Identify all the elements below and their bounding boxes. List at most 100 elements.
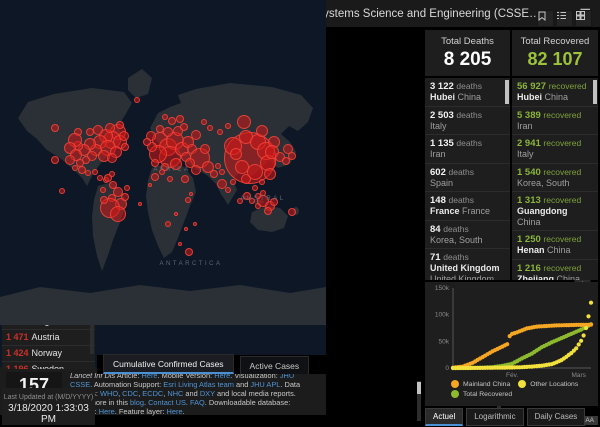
legend-item[interactable]: Total Recovered (451, 390, 512, 398)
recovered-row[interactable]: 1 216 recoveredZhejiang China (512, 260, 598, 281)
info-link[interactable]: Contact US (148, 398, 186, 407)
recovered-row[interactable]: 1 313 recoveredGuangdong China (512, 192, 598, 231)
case-bubble[interactable] (207, 125, 213, 131)
case-bubble[interactable] (51, 124, 59, 132)
case-bubble[interactable] (237, 115, 251, 129)
info-link[interactable]: Esri Living Atlas team (163, 380, 234, 389)
case-bubble[interactable] (174, 212, 178, 216)
case-bubble[interactable] (264, 168, 276, 180)
case-bubble[interactable] (116, 121, 124, 129)
world-map[interactable]: AFRICAAUSTRALANTARCTICA + − Esri, FAO, N… (0, 42, 326, 367)
recovered-row[interactable]: 5 389 recoveredIran (512, 107, 598, 136)
case-bubble[interactable] (185, 197, 191, 203)
case-bubble[interactable] (168, 117, 176, 125)
case-bubble[interactable] (110, 206, 126, 222)
country-row[interactable]: 1 196Sweden (2, 362, 95, 369)
case-bubble[interactable] (201, 119, 207, 125)
case-bubble[interactable] (167, 176, 173, 182)
case-bubble[interactable] (107, 153, 117, 163)
recovered-row[interactable]: 2 941 recoveredItaly (512, 135, 598, 164)
death-row[interactable]: 2 503 deathsItaly (425, 107, 510, 136)
death-row[interactable]: 84 deathsKorea, South (425, 221, 510, 250)
case-bubble[interactable] (219, 169, 225, 175)
case-bubble[interactable] (184, 227, 188, 231)
tab-actuel[interactable]: Actuel (425, 408, 463, 426)
deaths-list[interactable]: 3 122 deathsHubei China2 503 deathsItaly… (425, 78, 510, 280)
recovered-row[interactable]: 56 927 recoveredHubei China (512, 78, 598, 107)
case-bubble[interactable] (92, 169, 98, 175)
case-bubble[interactable] (93, 125, 103, 135)
case-bubble[interactable] (210, 170, 218, 178)
case-bubble[interactable] (225, 123, 231, 129)
case-bubble[interactable] (124, 185, 130, 191)
case-bubble[interactable] (189, 192, 193, 196)
info-link[interactable]: NHC (167, 389, 183, 398)
info-link[interactable]: DXY (200, 389, 215, 398)
case-bubble[interactable] (138, 202, 142, 206)
case-bubble[interactable] (264, 207, 272, 215)
death-row[interactable]: 71 deathsUnited Kingdom United Kingdom (425, 249, 510, 280)
recovered-list[interactable]: 56 927 recoveredHubei China5 389 recover… (512, 78, 598, 280)
case-bubble[interactable] (51, 156, 59, 164)
recovered-scroll-thumb[interactable] (593, 80, 597, 104)
case-bubble[interactable] (181, 175, 189, 183)
case-bubble[interactable] (156, 125, 164, 133)
case-bubble[interactable] (230, 148, 242, 160)
death-row[interactable]: 148 deathsFrance France (425, 192, 510, 221)
death-row[interactable]: 602 deathsSpain (425, 164, 510, 193)
case-bubble[interactable] (191, 130, 201, 140)
case-bubble[interactable] (200, 144, 210, 154)
deaths-scroll-thumb[interactable] (505, 80, 509, 104)
case-bubble[interactable] (105, 123, 115, 133)
death-row[interactable]: 1 135 deathsIran (425, 135, 510, 164)
case-bubble[interactable] (176, 115, 184, 123)
country-row[interactable]: 1 424Norway (2, 346, 95, 362)
case-bubble[interactable] (252, 185, 258, 191)
case-bubble[interactable] (193, 222, 197, 226)
info-link[interactable]: ECDC (142, 389, 163, 398)
recovered-row[interactable]: 1 250 recoveredHenan China (512, 231, 598, 260)
case-bubble[interactable] (121, 143, 129, 151)
legend-item[interactable]: Other Locations (518, 380, 578, 388)
case-bubble[interactable] (178, 242, 182, 246)
case-bubble[interactable] (86, 128, 94, 136)
country-row[interactable]: 1 471Austria (2, 330, 95, 346)
case-bubble[interactable] (225, 187, 231, 193)
legend-item[interactable]: Mainland China (451, 380, 510, 388)
case-bubble[interactable] (256, 125, 268, 137)
case-bubble[interactable] (143, 138, 151, 146)
case-bubble[interactable] (259, 179, 265, 185)
case-bubble[interactable] (121, 193, 129, 201)
case-bubble[interactable] (85, 170, 91, 176)
case-bubble[interactable] (119, 131, 129, 141)
case-bubble[interactable] (215, 163, 221, 169)
info-link[interactable]: blog (130, 398, 144, 407)
tab-daily-cases[interactable]: Daily Cases (527, 408, 586, 426)
recovered-row[interactable]: 1 540 recoveredKorea, South (512, 164, 598, 193)
case-bubble[interactable] (162, 114, 168, 120)
info-link[interactable]: Here (99, 407, 115, 416)
case-bubble[interactable] (151, 159, 159, 167)
case-bubble[interactable] (241, 174, 251, 184)
tab-active-cases[interactable]: Active Cases (240, 356, 310, 374)
case-bubble[interactable] (100, 187, 106, 193)
case-bubble[interactable] (148, 183, 152, 187)
info-link[interactable]: FAQ (190, 398, 205, 407)
info-scroll-thumb[interactable] (417, 382, 421, 394)
case-bubble[interactable] (100, 196, 108, 204)
case-bubble[interactable] (185, 248, 193, 256)
case-bubble[interactable] (180, 123, 188, 131)
death-row[interactable]: 3 122 deathsHubei China (425, 78, 510, 107)
case-bubble[interactable] (163, 127, 173, 137)
tab-cumulative-confirmed-cases[interactable]: Cumulative Confirmed Cases (103, 354, 234, 374)
info-link[interactable]: Here (167, 407, 183, 416)
case-bubble[interactable] (165, 221, 171, 227)
info-link[interactable]: CDC (122, 389, 138, 398)
info-link[interactable]: JHU APL (250, 380, 280, 389)
case-bubble[interactable] (59, 188, 65, 194)
case-bubble[interactable] (288, 152, 296, 160)
case-bubble[interactable] (288, 208, 296, 216)
case-bubble[interactable] (134, 97, 140, 103)
case-bubble[interactable] (151, 173, 159, 181)
info-link[interactable]: WHO (100, 389, 118, 398)
